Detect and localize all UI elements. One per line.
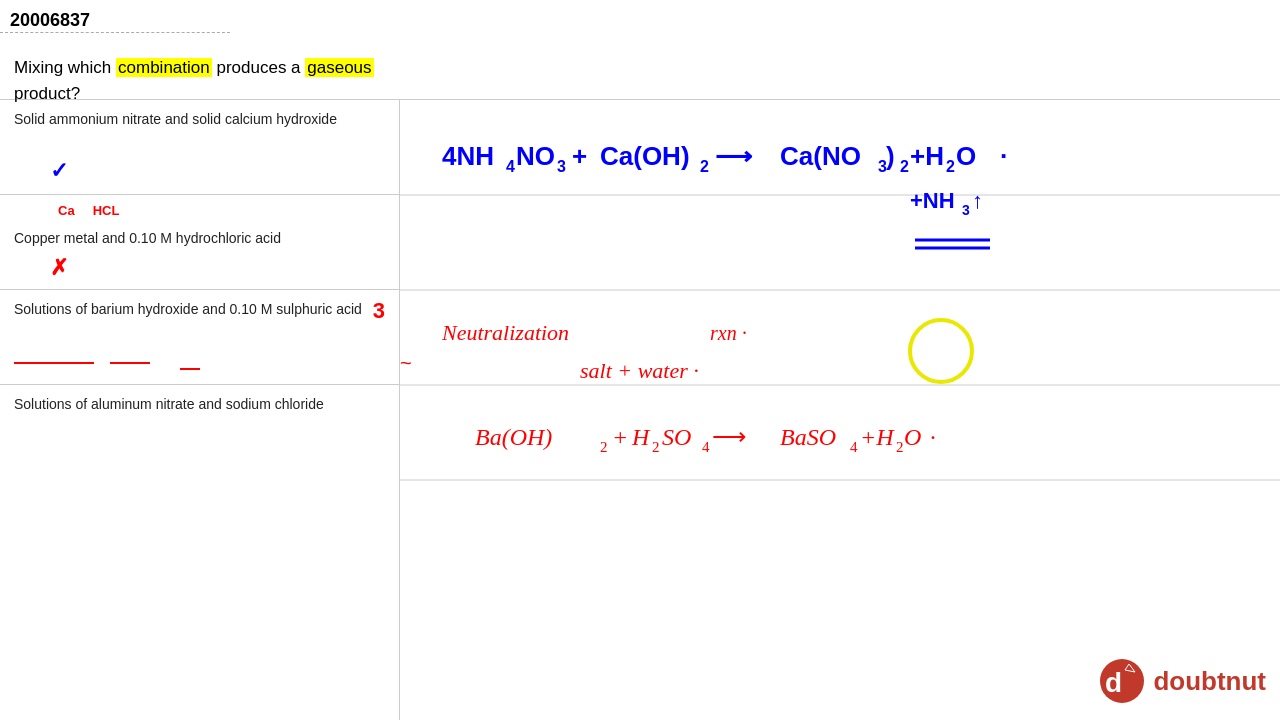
- option-1[interactable]: Solid ammonium nitrate and solid calcium…: [0, 100, 399, 195]
- svg-text:3: 3: [557, 158, 566, 175]
- option-4[interactable]: Solutions of aluminum nitrate and sodium…: [0, 385, 399, 480]
- svg-text:·: ·: [930, 424, 936, 450]
- svg-text:+H: +H: [860, 424, 895, 450]
- svg-text:2: 2: [700, 158, 709, 175]
- svg-text:+H: +H: [910, 141, 944, 171]
- svg-text:O: O: [956, 141, 976, 171]
- svg-text:rxn  ·: rxn ·: [710, 322, 747, 344]
- id-underline: [0, 32, 230, 33]
- svg-text:O: O: [904, 424, 921, 450]
- svg-text:2: 2: [946, 158, 955, 175]
- checkmark-icon: ✓: [50, 158, 68, 184]
- right-panel: 4NH 4 NO 3 + Ca(OH) 2 ⟶ Ca(NO 3 ) 2 +H 2…: [400, 100, 1280, 720]
- svg-text:4: 4: [702, 439, 710, 455]
- svg-text:BaSO: BaSO: [780, 424, 836, 450]
- question-middle: produces a: [212, 58, 306, 77]
- svg-text:4: 4: [506, 158, 515, 175]
- svg-text:3: 3: [962, 202, 970, 218]
- option-3[interactable]: 3 Solutions of barium hydroxide and 0.10…: [0, 290, 399, 385]
- question-id: 20006837: [10, 10, 90, 31]
- svg-text:salt  +  water  ·: salt + water ·: [580, 358, 699, 383]
- option-3-text: Solutions of barium hydroxide and 0.10 M…: [14, 300, 385, 320]
- red-underline-1: [14, 362, 94, 364]
- svg-text:2: 2: [600, 439, 608, 455]
- svg-text:⟶: ⟶: [715, 141, 753, 171]
- annotation-ca: Ca HCL: [58, 203, 119, 218]
- svg-text:4: 4: [850, 439, 858, 455]
- svg-text:d: d: [1105, 667, 1122, 698]
- option-2-text: Copper metal and 0.10 M hydrochloric aci…: [14, 229, 385, 249]
- question-text: Mixing which combination produces a gase…: [14, 55, 374, 106]
- svg-text:2: 2: [652, 439, 660, 455]
- svg-text:↑: ↑: [972, 188, 983, 213]
- doubtnut-logo: d doubtnut: [1097, 656, 1266, 706]
- svg-text:2: 2: [900, 158, 909, 175]
- svg-text:+: +: [612, 424, 628, 450]
- question-highlight-combination: combination: [116, 58, 212, 77]
- svg-text:Neutralization: Neutralization: [441, 320, 569, 345]
- svg-text:·: ·: [1000, 141, 1007, 171]
- doubtnut-logo-text: doubtnut: [1153, 666, 1266, 697]
- svg-text:2: 2: [896, 439, 904, 455]
- doubtnut-d-icon: d: [1097, 656, 1147, 706]
- svg-text:H: H: [631, 424, 651, 450]
- option-1-text: Solid ammonium nitrate and solid calcium…: [14, 110, 385, 130]
- svg-text:Ba(OH): Ba(OH): [475, 424, 552, 450]
- question-highlight-gaseous: gaseous: [305, 58, 373, 77]
- option-2[interactable]: Ca HCL Copper metal and 0.10 M hydrochlo…: [0, 195, 399, 290]
- option-4-text: Solutions of aluminum nitrate and sodium…: [14, 395, 385, 415]
- svg-text:~: ~: [400, 352, 412, 374]
- svg-text:4NH: 4NH: [442, 141, 494, 171]
- top-bar: 20006837 Mixing which combination produc…: [0, 0, 1280, 100]
- svg-text:Ca(NO: Ca(NO: [780, 141, 861, 171]
- xmark-icon: ✗: [50, 255, 68, 281]
- svg-text:SO: SO: [662, 424, 691, 450]
- option3-num: 3: [373, 298, 385, 324]
- red-underline-3: [180, 368, 200, 370]
- equation-svg: 4NH 4 NO 3 + Ca(OH) 2 ⟶ Ca(NO 3 ) 2 +H 2…: [400, 100, 1280, 720]
- main-content: Solid ammonium nitrate and solid calcium…: [0, 100, 1280, 720]
- svg-text:+: +: [572, 141, 587, 171]
- svg-text:Ca(OH): Ca(OH): [600, 141, 690, 171]
- svg-text:+NH: +NH: [910, 188, 955, 213]
- svg-text:): ): [886, 141, 895, 171]
- left-panel: Solid ammonium nitrate and solid calcium…: [0, 100, 400, 720]
- svg-text:⟶: ⟶: [712, 424, 746, 450]
- svg-text:NO: NO: [516, 141, 555, 171]
- question-prefix: Mixing which: [14, 58, 116, 77]
- red-underline-2: [110, 362, 150, 364]
